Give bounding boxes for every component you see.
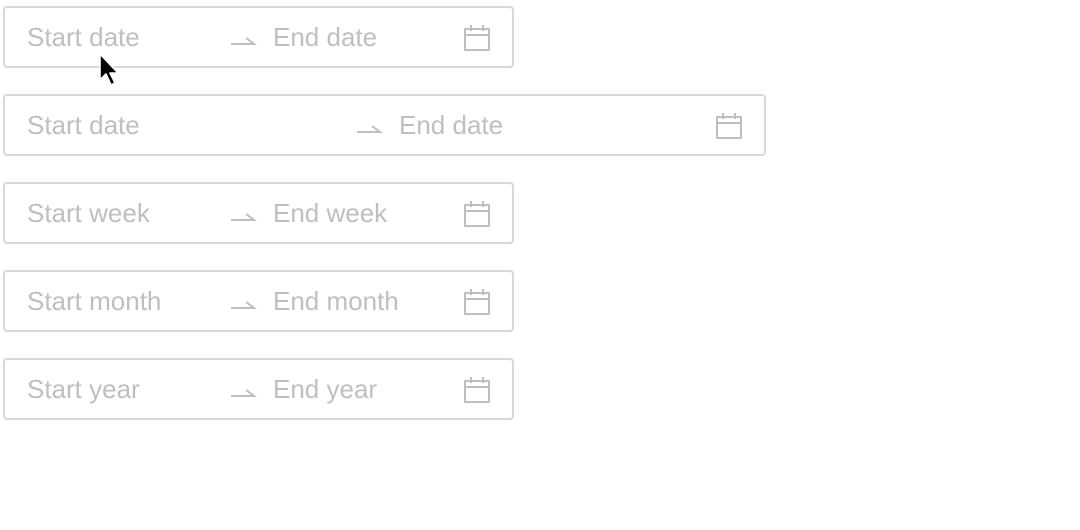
range-separator-icon bbox=[354, 96, 384, 154]
start-date-input[interactable]: Start date bbox=[27, 8, 140, 66]
range-separator-icon bbox=[228, 184, 258, 242]
calendar-icon[interactable] bbox=[463, 376, 491, 404]
page: Start date End date Start date End date … bbox=[0, 0, 1080, 530]
start-date-input[interactable]: Start date bbox=[27, 96, 140, 154]
calendar-icon[interactable] bbox=[463, 200, 491, 228]
end-week-input[interactable]: End week bbox=[273, 184, 387, 242]
date-range-picker-year[interactable]: Start year End year bbox=[3, 358, 514, 420]
end-date-input[interactable]: End date bbox=[399, 96, 503, 154]
end-year-input[interactable]: End year bbox=[273, 360, 377, 418]
start-year-input[interactable]: Start year bbox=[27, 360, 140, 418]
calendar-icon[interactable] bbox=[715, 112, 743, 140]
range-separator-icon bbox=[228, 360, 258, 418]
date-range-picker-date-wide[interactable]: Start date End date bbox=[3, 94, 766, 156]
calendar-icon[interactable] bbox=[463, 24, 491, 52]
date-range-picker-month[interactable]: Start month End month bbox=[3, 270, 514, 332]
calendar-icon[interactable] bbox=[463, 288, 491, 316]
date-range-picker-date[interactable]: Start date End date bbox=[3, 6, 514, 68]
end-date-input[interactable]: End date bbox=[273, 8, 377, 66]
end-month-input[interactable]: End month bbox=[273, 272, 399, 330]
date-range-picker-week[interactable]: Start week End week bbox=[3, 182, 514, 244]
range-separator-icon bbox=[228, 8, 258, 66]
start-week-input[interactable]: Start week bbox=[27, 184, 150, 242]
range-separator-icon bbox=[228, 272, 258, 330]
mouse-pointer-icon bbox=[98, 52, 122, 88]
start-month-input[interactable]: Start month bbox=[27, 272, 161, 330]
